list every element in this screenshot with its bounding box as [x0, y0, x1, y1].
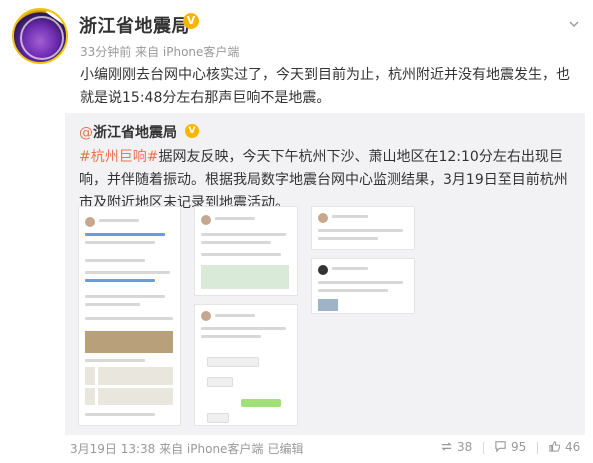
image-line: [85, 233, 165, 236]
chat-bubble: [207, 413, 229, 423]
repost-image-3[interactable]: [194, 304, 298, 426]
footer-divider: [483, 442, 484, 454]
like-icon: [549, 441, 561, 452]
image-avatar: [85, 217, 95, 227]
image-line: [85, 241, 155, 244]
image-line: [318, 229, 403, 232]
repost-button[interactable]: 38: [440, 440, 472, 454]
image-line: [201, 327, 286, 330]
like-button[interactable]: 46: [548, 440, 580, 454]
image-avatar: [201, 311, 211, 321]
chat-bubble: [207, 377, 233, 387]
image-line: [215, 217, 255, 220]
image-line: [318, 289, 388, 292]
image-card: [201, 265, 289, 289]
at-sign: @: [79, 125, 93, 141]
author-avatar[interactable]: [12, 8, 68, 64]
repost-image-4[interactable]: [311, 206, 415, 250]
author-name[interactable]: 浙江省地震局: [79, 12, 190, 38]
comment-button[interactable]: 95: [494, 440, 526, 454]
chat-bubble: [207, 357, 259, 367]
repost-author[interactable]: @浙江省地震局: [79, 122, 177, 142]
image-line: [215, 314, 255, 317]
image-line: [85, 413, 155, 416]
image-line: [201, 241, 271, 244]
time-source-text: 3月19日 13:38 来自 iPhone客户端: [70, 442, 264, 456]
image-line: [332, 267, 368, 270]
image-line: [201, 253, 281, 256]
repost-verified-icon: V: [185, 124, 199, 138]
post-text: 小编刚刚去台网中心核实过了，今天到目前为止，杭州附近并没有地震发生，也就是说15…: [80, 67, 570, 106]
repost-author-name: 浙江省地震局: [93, 125, 177, 141]
image-line: [201, 335, 261, 338]
chat-bubble: [241, 399, 281, 407]
image-map: [85, 367, 173, 405]
image-avatar: [318, 265, 328, 275]
image-line: [332, 215, 368, 218]
post-footer: 3月19日 13:38 来自 iPhone客户端 已编辑 38 95 46: [70, 437, 590, 459]
comment-count: 95: [511, 440, 527, 454]
image-line: [85, 295, 165, 298]
repost-image-2[interactable]: [194, 206, 298, 296]
avatar-ring: [20, 16, 64, 60]
repost-image-1[interactable]: [78, 206, 181, 426]
repost-icon: [441, 442, 452, 451]
comment-icon: [495, 441, 506, 453]
image-thumb: [318, 299, 338, 311]
image-photo-strip: [85, 331, 173, 353]
edited-link[interactable]: 已编辑: [267, 442, 303, 456]
image-line: [99, 219, 139, 222]
image-line: [85, 317, 173, 320]
post-meta: 33分钟前 来自 iPhone客户端: [80, 45, 240, 59]
repost-text: #杭州巨响#据网友反映，今天下午杭州下沙、萧山地区在12:10分左右出现巨响，并…: [79, 146, 575, 215]
image-line: [318, 237, 378, 240]
like-count: 46: [565, 440, 581, 454]
post-time-source: 3月19日 13:38 来自 iPhone客户端 已编辑: [70, 440, 303, 457]
repost-image-5[interactable]: [311, 258, 415, 314]
image-line: [85, 279, 155, 282]
weibo-post: 浙江省地震局 V 33分钟前 来自 iPhone客户端 小编刚刚去台网中心核实过…: [0, 0, 593, 463]
image-line: [85, 259, 145, 262]
more-caret-icon[interactable]: [569, 19, 579, 29]
image-avatar: [201, 215, 211, 225]
image-line: [318, 281, 403, 284]
image-line: [85, 271, 170, 274]
repost-count: 38: [457, 440, 473, 454]
verified-icon: V: [183, 13, 199, 29]
repost-box[interactable]: @浙江省地震局 V #杭州巨响#据网友反映，今天下午杭州下沙、萧山地区在12:1…: [65, 113, 585, 435]
hashtag-link[interactable]: #杭州巨响#: [79, 149, 158, 165]
image-line: [201, 233, 286, 236]
image-avatar: [318, 213, 328, 223]
image-line: [85, 359, 145, 362]
image-line: [85, 303, 140, 306]
footer-divider: [537, 442, 538, 454]
repost-images: [78, 206, 578, 426]
